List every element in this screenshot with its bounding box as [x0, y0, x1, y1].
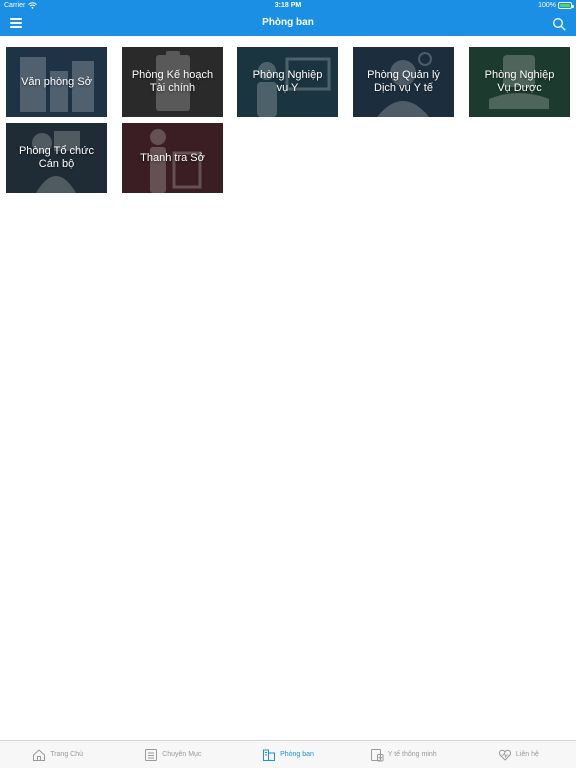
tab-chuyen-muc[interactable]: Chuyên Mục	[115, 741, 230, 768]
smart-health-icon	[370, 748, 384, 761]
department-tile-thanh-tra-so[interactable]: Thanh tra Sở	[122, 123, 223, 193]
battery-indicator: 100%	[538, 2, 574, 9]
department-tile-nghiep-vu-duoc[interactable]: Phòng Nghiệp Vụ Dược	[469, 47, 570, 117]
home-icon	[33, 748, 46, 761]
department-tile-to-chuc-can-bo[interactable]: Phòng Tổ chức Cán bộ	[6, 123, 107, 193]
nav-bar: Phòng ban	[0, 12, 576, 36]
contact-icon	[498, 749, 511, 761]
tab-label: Phòng ban	[280, 751, 314, 758]
tab-label: Liên hệ	[515, 751, 539, 758]
page-title: Phòng ban	[262, 17, 314, 28]
department-label: Phòng Quản lý Dịch vụ Y tế	[367, 69, 440, 94]
department-tile-nghiep-vu-y[interactable]: Phòng Nghiệp vụ Y	[237, 47, 338, 117]
department-icon	[263, 749, 276, 761]
tab-lien-he[interactable]: Liên hệ	[461, 741, 576, 768]
tab-label: Trang Chủ	[50, 751, 83, 758]
search-icon[interactable]	[552, 17, 566, 31]
status-bar: Carrier 3:18 PM 100%	[0, 0, 576, 12]
department-tile-ke-hoach-tai-chinh[interactable]: Phòng Kế hoạch Tài chính	[122, 47, 223, 117]
department-label: Thanh tra Sở	[140, 151, 205, 164]
tab-phong-ban[interactable]: Phòng ban	[230, 741, 345, 768]
department-tile-quan-ly-dich-vu-y-te[interactable]: Phòng Quản lý Dịch vụ Y tế	[353, 47, 454, 117]
tab-trang-chu[interactable]: Trang Chủ	[0, 741, 115, 768]
battery-percent: 100%	[538, 2, 556, 9]
tab-label: Chuyên Mục	[162, 751, 202, 758]
department-label: Phòng Nghiệp vụ Y	[252, 69, 323, 94]
department-label: Phòng Tổ chức Cán bộ	[18, 145, 95, 170]
battery-icon	[558, 2, 574, 9]
tab-bar: Trang Chủ Chuyên Mục Phòng ban Y tế thôn…	[0, 740, 576, 768]
department-label: Văn phòng Sở	[21, 75, 92, 88]
department-label: Phòng Nghiệp Vụ Dược	[484, 69, 555, 94]
department-tile-van-phong-so[interactable]: Văn phòng Sở	[6, 47, 107, 117]
clock: 3:18 PM	[274, 2, 302, 9]
tab-y-te-thong-minh[interactable]: Y tế thông minh	[346, 741, 461, 768]
list-icon	[145, 748, 158, 761]
department-label: Phòng Kế hoạch Tài chính	[131, 69, 214, 94]
tab-label: Y tế thông minh	[387, 751, 437, 758]
